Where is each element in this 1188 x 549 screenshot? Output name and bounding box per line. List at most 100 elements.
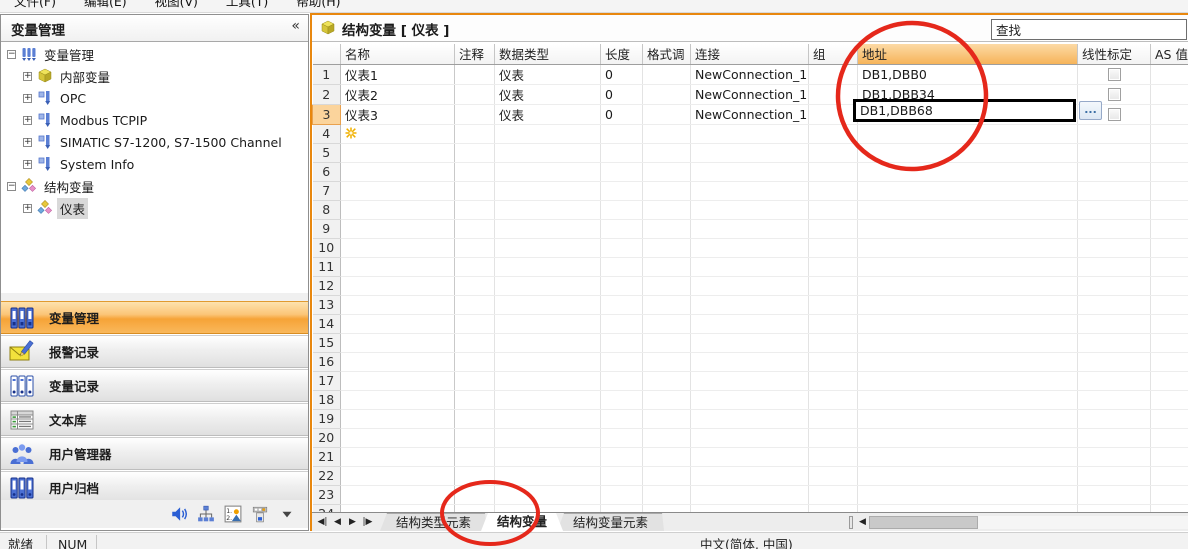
linear-scaling-checkbox[interactable] [1108, 88, 1121, 101]
group-cell[interactable] [809, 84, 858, 104]
length-cell[interactable] [601, 276, 643, 295]
group-cell[interactable] [809, 295, 858, 314]
as-value-cell[interactable] [1151, 428, 1188, 447]
connection-cell[interactable] [691, 314, 809, 333]
comment-cell[interactable] [455, 409, 495, 428]
last-tab-icon[interactable]: |▶︎ [361, 514, 374, 531]
length-cell[interactable]: 0 [601, 84, 643, 104]
name-cell[interactable] [341, 333, 455, 352]
comment-cell[interactable] [455, 143, 495, 162]
group-cell[interactable] [809, 428, 858, 447]
tree-item[interactable]: + 仪表 [1, 197, 308, 219]
row-number-cell[interactable]: 5 [313, 143, 341, 162]
as-value-cell[interactable] [1151, 333, 1188, 352]
format-cell[interactable] [643, 84, 691, 104]
connection-cell[interactable] [691, 504, 809, 512]
column-header[interactable]: 连接 [691, 44, 809, 64]
as-value-cell[interactable] [1151, 276, 1188, 295]
tree-expander-icon[interactable]: + [23, 94, 32, 103]
tree-item[interactable]: − 结构变量 [1, 175, 308, 197]
as-value-cell[interactable] [1151, 352, 1188, 371]
dropdown-arrow-icon[interactable] [278, 505, 296, 523]
as-value-cell[interactable] [1151, 485, 1188, 504]
format-cell[interactable] [643, 409, 691, 428]
connection-cell[interactable] [691, 162, 809, 181]
group-cell[interactable] [809, 352, 858, 371]
connection-cell[interactable] [691, 466, 809, 485]
splitter-handle[interactable] [1, 293, 308, 301]
address-cell[interactable] [858, 162, 1078, 181]
address-cell[interactable] [858, 409, 1078, 428]
as-value-cell[interactable] [1151, 295, 1188, 314]
row-number-cell[interactable]: 2 [313, 84, 341, 104]
row-number-cell[interactable]: 18 [313, 390, 341, 409]
length-cell[interactable] [601, 314, 643, 333]
address-cell[interactable] [858, 485, 1078, 504]
address-cell[interactable] [858, 143, 1078, 162]
row-number-cell[interactable]: 8 [313, 200, 341, 219]
as-value-cell[interactable] [1151, 162, 1188, 181]
name-cell[interactable] [341, 219, 455, 238]
name-cell[interactable] [341, 371, 455, 390]
format-cell[interactable] [643, 295, 691, 314]
search-input[interactable] [991, 19, 1187, 40]
first-tab-icon[interactable]: ◀︎| [316, 514, 329, 531]
format-cell[interactable] [643, 104, 691, 124]
linear-scaling-cell[interactable] [1078, 352, 1151, 371]
tree-expander-icon[interactable]: + [23, 204, 32, 213]
connection-cell[interactable] [691, 219, 809, 238]
format-cell[interactable] [643, 124, 691, 143]
connection-cell[interactable] [691, 181, 809, 200]
address-cell[interactable] [858, 124, 1078, 143]
comment-cell[interactable] [455, 428, 495, 447]
length-cell[interactable] [601, 447, 643, 466]
datatype-cell[interactable] [495, 390, 601, 409]
row-number-cell[interactable]: 24 [313, 504, 341, 512]
datatype-cell[interactable] [495, 257, 601, 276]
connection-cell[interactable] [691, 143, 809, 162]
name-cell[interactable] [341, 352, 455, 371]
linear-scaling-cell[interactable] [1078, 314, 1151, 333]
length-cell[interactable] [601, 124, 643, 143]
linear-scaling-cell[interactable] [1078, 333, 1151, 352]
as-value-cell[interactable] [1151, 64, 1188, 84]
address-cell[interactable] [858, 390, 1078, 409]
column-header[interactable] [313, 44, 341, 64]
datatype-cell[interactable] [495, 447, 601, 466]
connection-cell[interactable] [691, 333, 809, 352]
address-cell[interactable] [858, 219, 1078, 238]
format-cell[interactable] [643, 485, 691, 504]
as-value-cell[interactable] [1151, 238, 1188, 257]
comment-cell[interactable] [455, 162, 495, 181]
format-cell[interactable] [643, 447, 691, 466]
sidebar-nav-button[interactable]: 报警记录 [1, 335, 308, 368]
as-value-cell[interactable] [1151, 409, 1188, 428]
datatype-cell[interactable]: 仪表 [495, 104, 601, 124]
length-cell[interactable] [601, 504, 643, 512]
tree-expander-icon[interactable]: + [23, 72, 32, 81]
linear-scaling-cell[interactable] [1078, 371, 1151, 390]
datatype-cell[interactable] [495, 371, 601, 390]
row-number-cell[interactable]: 21 [313, 447, 341, 466]
linear-scaling-cell[interactable] [1078, 466, 1151, 485]
column-header[interactable]: 格式调 [643, 44, 691, 64]
linear-scaling-cell[interactable] [1078, 181, 1151, 200]
column-header[interactable]: 地址 [858, 44, 1078, 64]
length-cell[interactable] [601, 219, 643, 238]
address-cell[interactable] [858, 314, 1078, 333]
as-value-cell[interactable] [1151, 371, 1188, 390]
linear-scaling-cell[interactable] [1078, 219, 1151, 238]
name-cell[interactable] [341, 314, 455, 333]
linear-scaling-cell[interactable] [1078, 447, 1151, 466]
address-cell[interactable] [858, 333, 1078, 352]
connection-cell[interactable] [691, 409, 809, 428]
row-number-cell[interactable]: 9 [313, 219, 341, 238]
collapse-panel-icon[interactable]: « [291, 18, 300, 34]
as-value-cell[interactable] [1151, 143, 1188, 162]
comment-cell[interactable] [455, 333, 495, 352]
row-number-cell[interactable]: 10 [313, 238, 341, 257]
tree-expander-icon[interactable]: − [7, 50, 16, 59]
comment-cell[interactable] [455, 124, 495, 143]
datatype-cell[interactable] [495, 162, 601, 181]
length-cell[interactable] [601, 238, 643, 257]
